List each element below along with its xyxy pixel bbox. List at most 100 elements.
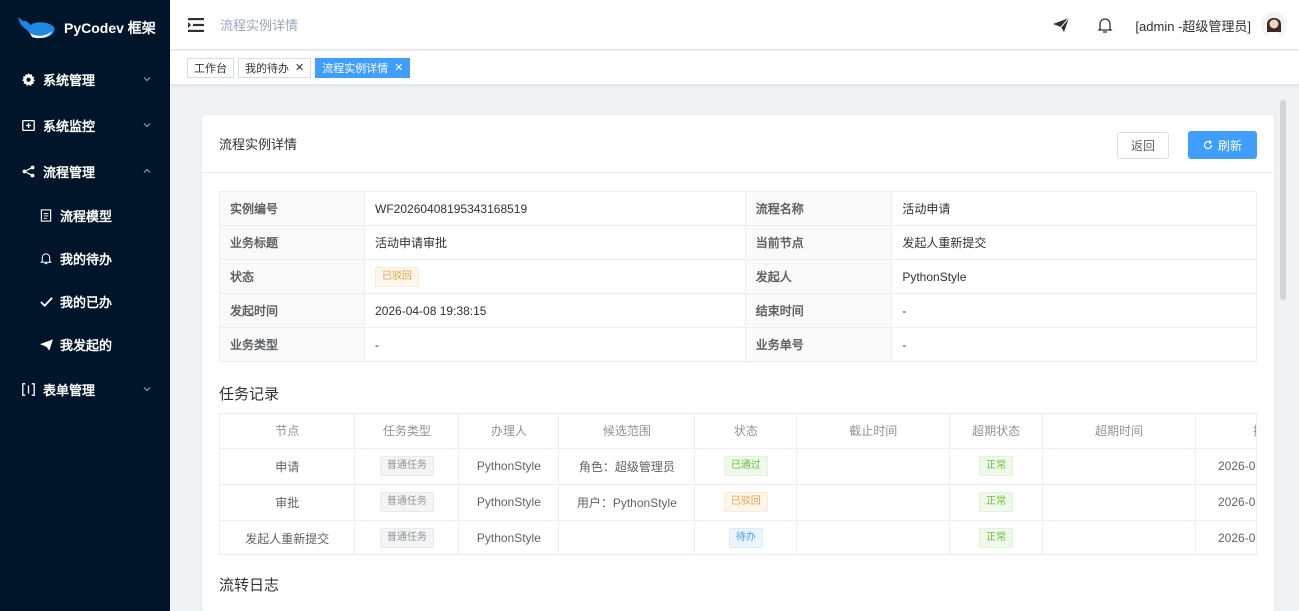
status-cell: 已通过 xyxy=(694,448,798,485)
send-icon xyxy=(39,338,53,352)
status-badge: 已驳回 xyxy=(723,492,768,512)
tag-workbench[interactable]: 工作台 xyxy=(187,57,234,78)
overdue-cell: 正常 xyxy=(949,448,1044,485)
deadline-cell xyxy=(796,520,951,554)
close-icon[interactable]: ✕ xyxy=(394,61,403,74)
sidebar: PyCodev 框架 系统管理 系统监控 流程管理 流程模型 我的待办 我的已办… xyxy=(0,0,170,611)
overdue-badge: 正常 xyxy=(979,456,1014,476)
table-row[interactable]: 发起人重新提交 普通任务 PythonStyle 待办 正常 2026-0 xyxy=(220,520,1256,554)
send-icon[interactable] xyxy=(1053,17,1070,33)
deadline-cell xyxy=(796,448,951,485)
sidebar-item-label: 系统管理 xyxy=(43,72,96,88)
status-cell: 已驳回 xyxy=(694,484,798,521)
menu-toggle-icon[interactable] xyxy=(188,17,204,32)
initiator-value: PythonStyle xyxy=(891,259,1257,294)
tags-view: 工作台 我的待办 ✕ 流程实例详情 ✕ xyxy=(170,51,1299,85)
tag-label: 我的待办 xyxy=(245,62,289,75)
column-header: 截止时间 xyxy=(796,414,951,449)
column-header: 办理人 xyxy=(458,414,560,449)
sidebar-subitem-done[interactable]: 我的已办 xyxy=(0,280,170,323)
logo-text: PyCodev 框架 xyxy=(64,20,156,36)
start-time-value: 2026-04-08 19:38:15 xyxy=(364,293,746,328)
table-row[interactable]: 申请 普通任务 PythonStyle 角色：超级管理员 已通过 正常 2026… xyxy=(220,448,1256,485)
overdue-cell: 正常 xyxy=(949,484,1044,521)
status-badge: 待办 xyxy=(728,528,763,548)
desc-row: 业务类型 - 业务单号 - xyxy=(218,327,1257,362)
tag-label: 流程实例详情 xyxy=(322,62,389,75)
tag-todo[interactable]: 我的待办 ✕ xyxy=(238,57,312,78)
status-cell: 待办 xyxy=(694,520,798,554)
tasks-table-wrapper[interactable]: 节点 任务类型 办理人 候选范围 状态 截止时间 超期状态 超期时间 接 申请 … xyxy=(219,413,1257,555)
column-header: 状态 xyxy=(694,414,798,449)
end-time-value: - xyxy=(891,293,1257,328)
bell-icon[interactable] xyxy=(1097,17,1113,33)
type-cell: 普通任务 xyxy=(354,484,460,521)
sidebar-subitem-label: 我的已办 xyxy=(60,295,113,310)
tasks-table: 节点 任务类型 办理人 候选范围 状态 截止时间 超期状态 超期时间 接 申请 … xyxy=(220,414,1256,554)
sidebar-item-workflow[interactable]: 流程管理 xyxy=(0,148,170,194)
logo[interactable]: PyCodev 框架 xyxy=(0,0,170,56)
current-node-value: 发起人重新提交 xyxy=(891,225,1257,260)
user-name[interactable]: [admin -超级管理员] xyxy=(1135,16,1251,35)
time-cell: 2026-0 xyxy=(1195,520,1256,554)
sidebar-subitem-todo[interactable]: 我的待办 xyxy=(0,237,170,280)
chevron-down-icon xyxy=(143,123,151,128)
table-row[interactable]: 审批 普通任务 PythonStyle 用户：PythonStyle 已驳回 正… xyxy=(220,484,1256,521)
tag-instance-detail[interactable]: 流程实例详情 ✕ xyxy=(315,57,411,78)
overdue-cell: 正常 xyxy=(949,520,1044,554)
sidebar-item-forms[interactable]: 表单管理 xyxy=(0,366,170,412)
document-icon xyxy=(39,209,53,223)
node-cell: 申请 xyxy=(220,448,356,485)
column-header: 超期状态 xyxy=(949,414,1044,449)
chevron-down-icon xyxy=(143,387,151,392)
desc-label: 结束时间 xyxy=(744,293,893,328)
desc-label: 业务类型 xyxy=(218,327,366,362)
desc-label: 发起时间 xyxy=(218,293,366,328)
process-name-value: 活动申请 xyxy=(891,191,1257,226)
card-title: 流程实例详情 xyxy=(219,137,298,152)
time-cell: 2026-0 xyxy=(1195,448,1256,485)
desc-row: 业务标题 活动申请审批 当前节点 发起人重新提交 xyxy=(218,225,1257,260)
top-header: 流程实例详情 [admin -超级管理员] xyxy=(170,0,1299,50)
detail-card: 流程实例详情 返回 刷新 实例编号 WF20260408195343168519… xyxy=(202,115,1274,611)
instance-no-value: WF20260408195343168519 xyxy=(364,191,746,226)
back-button[interactable]: 返回 xyxy=(1116,132,1169,159)
chevron-up-icon xyxy=(143,168,151,173)
status-cell: 已驳回 xyxy=(364,259,746,294)
desc-row: 实例编号 WF20260408195343168519 流程名称 活动申请 xyxy=(218,191,1257,226)
sidebar-subitem-label: 流程模型 xyxy=(60,209,113,224)
task-type-badge: 普通任务 xyxy=(379,492,434,512)
gear-icon xyxy=(21,72,35,86)
assignee-cell: PythonStyle xyxy=(458,520,560,554)
chevron-down-icon xyxy=(143,77,151,82)
column-header: 超期时间 xyxy=(1042,414,1196,449)
page-scrollbar[interactable] xyxy=(1280,100,1286,300)
type-cell: 普通任务 xyxy=(354,448,460,485)
column-header: 任务类型 xyxy=(354,414,460,449)
node-cell: 审批 xyxy=(220,484,356,521)
sidebar-subitem-label: 我的待办 xyxy=(60,252,113,267)
overdue-badge: 正常 xyxy=(979,528,1014,548)
sidebar-subitem-model[interactable]: 流程模型 xyxy=(0,194,170,237)
desc-label: 发起人 xyxy=(744,259,893,294)
column-header: 节点 xyxy=(220,414,356,449)
sidebar-item-system[interactable]: 系统管理 xyxy=(0,56,170,102)
task-type-badge: 普通任务 xyxy=(379,456,434,476)
log-section-title: 流转日志 xyxy=(219,577,280,594)
sidebar-item-label: 系统监控 xyxy=(43,118,96,134)
sidebar-subitem-initiated[interactable]: 我发起的 xyxy=(0,323,170,366)
task-type-badge: 普通任务 xyxy=(379,528,434,548)
breadcrumb: 流程实例详情 xyxy=(220,18,299,33)
overdue-time-cell xyxy=(1042,484,1196,521)
sidebar-item-monitor[interactable]: 系统监控 xyxy=(0,102,170,148)
scope-cell: 用户：PythonStyle xyxy=(558,484,696,521)
close-icon[interactable]: ✕ xyxy=(295,61,304,74)
instance-description: 实例编号 WF20260408195343168519 流程名称 活动申请 业务… xyxy=(218,191,1257,362)
scope-cell xyxy=(558,520,696,554)
avatar[interactable] xyxy=(1261,12,1287,38)
refresh-button[interactable]: 刷新 xyxy=(1187,131,1257,159)
card-header: 流程实例详情 返回 刷新 xyxy=(202,115,1274,173)
overdue-time-cell xyxy=(1042,520,1196,554)
overdue-badge: 正常 xyxy=(979,492,1014,512)
header-actions: [admin -超级管理员] xyxy=(1053,0,1287,50)
